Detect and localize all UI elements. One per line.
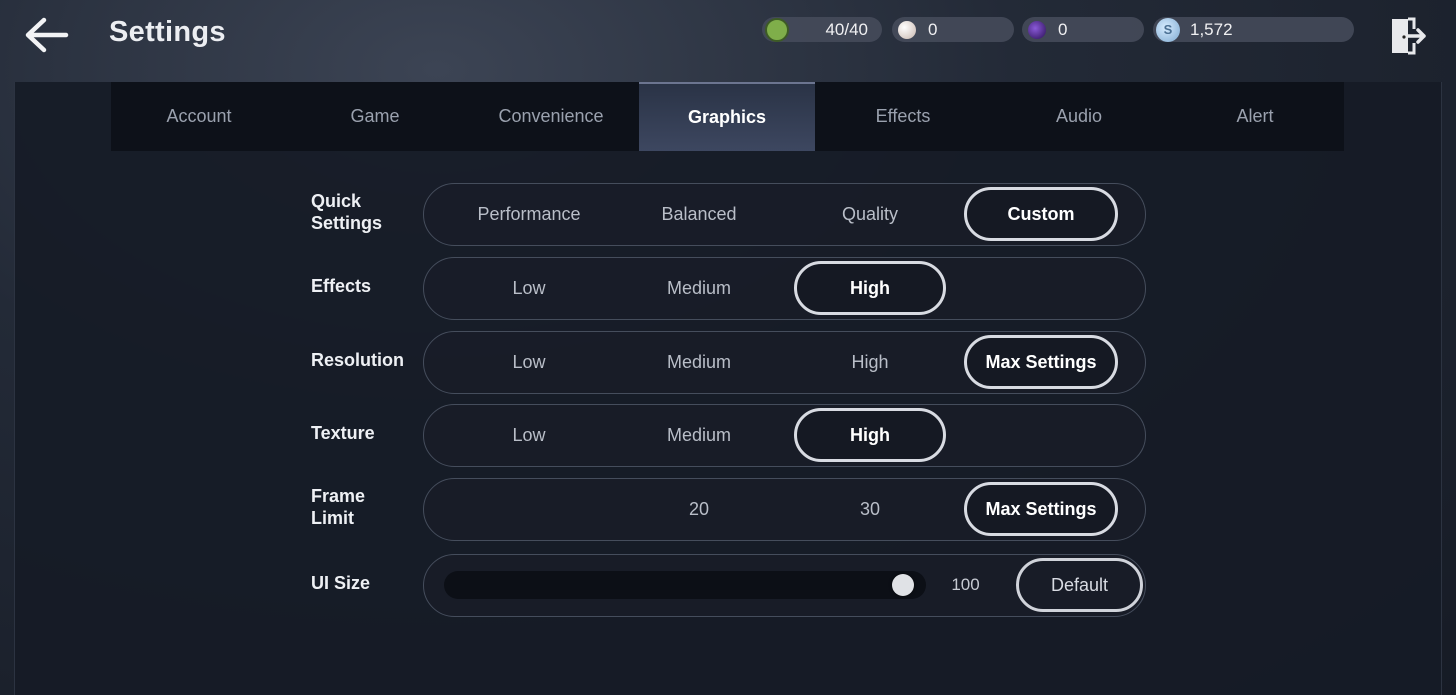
quick-performance-option[interactable]: Performance <box>454 184 604 244</box>
ui-size-label: UI Size <box>311 573 371 593</box>
back-arrow-icon[interactable] <box>22 14 72 56</box>
exit-door-icon[interactable] <box>1388 16 1428 56</box>
tab-alert[interactable]: Alert <box>1167 82 1343 151</box>
quick-custom-option[interactable]: Custom <box>964 187 1118 241</box>
quick-balanced-option[interactable]: Balanced <box>624 184 774 244</box>
tab-account[interactable]: Account <box>111 82 287 151</box>
effects-selector: Low Medium High <box>423 257 1146 320</box>
tab-game[interactable]: Game <box>287 82 463 151</box>
texture-medium-option[interactable]: Medium <box>624 405 774 465</box>
silver-coin-icon: S <box>1156 17 1180 42</box>
texture-high-option[interactable]: High <box>794 408 946 462</box>
effects-label: Effects <box>311 276 372 296</box>
frame-limit-20-option[interactable]: 20 <box>624 479 774 539</box>
white-pearl-icon <box>898 20 916 39</box>
effects-low-option[interactable]: Low <box>454 258 604 318</box>
resource-stamina: 40/40 <box>762 17 882 42</box>
frame-limit-max-option[interactable]: Max Settings <box>964 482 1118 536</box>
quick-settings-label: Quick Settings <box>311 191 383 233</box>
tab-audio[interactable]: Audio <box>991 82 1167 151</box>
green-gem-icon <box>765 17 789 42</box>
settings-tabs: Account Game Convenience Graphics Effect… <box>111 82 1344 151</box>
effects-high-option[interactable]: High <box>794 261 946 315</box>
resolution-label: Resolution <box>311 350 404 370</box>
resolution-high-option[interactable]: High <box>794 332 946 392</box>
texture-label: Texture <box>311 423 375 443</box>
ui-size-slider[interactable] <box>444 571 926 599</box>
quick-quality-option[interactable]: Quality <box>794 184 946 244</box>
tab-graphics[interactable]: Graphics <box>639 82 815 151</box>
frame-limit-30-option[interactable]: 30 <box>794 479 946 539</box>
resource-pearl: 0 <box>892 17 1014 42</box>
quick-settings-selector: Performance Balanced Quality Custom <box>423 183 1146 246</box>
texture-low-option[interactable]: Low <box>454 405 604 465</box>
ui-size-value: 100 <box>951 575 980 594</box>
purple-orb-icon <box>1028 20 1046 39</box>
texture-selector: Low Medium High <box>423 404 1146 467</box>
resolution-low-option[interactable]: Low <box>454 332 604 392</box>
frame-limit-selector: 20 30 Max Settings <box>423 478 1146 541</box>
frame-limit-label: Frame Limit <box>311 486 366 528</box>
top-bar: Settings 40/40 0 0 S 1,572 <box>0 0 1456 82</box>
resource-silver: S 1,572 <box>1153 17 1354 42</box>
resolution-selector: Low Medium High Max Settings <box>423 331 1146 394</box>
page-title: Settings <box>109 16 226 48</box>
tab-convenience[interactable]: Convenience <box>463 82 639 151</box>
ui-size-control: 100 Default <box>423 554 1146 617</box>
resolution-medium-option[interactable]: Medium <box>624 332 774 392</box>
resolution-max-option[interactable]: Max Settings <box>964 335 1118 389</box>
resource-orb: 0 <box>1022 17 1144 42</box>
default-button[interactable]: Default <box>1016 558 1143 612</box>
slider-knob[interactable] <box>891 574 914 596</box>
effects-medium-option[interactable]: Medium <box>624 258 774 318</box>
tab-effects[interactable]: Effects <box>815 82 991 151</box>
